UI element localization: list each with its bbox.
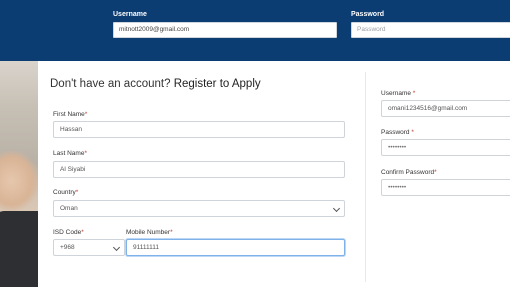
login-username-label: Username xyxy=(113,11,147,18)
country-select-value: Oman xyxy=(60,205,78,212)
confirm-password-input[interactable]: •••••••• xyxy=(381,179,510,196)
isd-code-select[interactable]: +968 xyxy=(53,239,125,256)
first-name-label-text: First Name xyxy=(53,111,85,118)
mobile-label-text: Mobile Number xyxy=(126,229,171,236)
login-header-bar: Username mitnott2009@gmail.com Password … xyxy=(0,0,510,61)
country-select[interactable]: Oman xyxy=(53,200,345,217)
account-password-label: Password * xyxy=(381,129,414,136)
register-heading: Don't have an account? Register to Apply xyxy=(50,78,261,90)
column-divider xyxy=(365,72,366,282)
register-heading-prefix: Don't have an account? xyxy=(50,78,171,90)
mobile-number-input[interactable]: 91111111 xyxy=(126,239,345,256)
isd-code-select-value: +968 xyxy=(60,244,75,251)
required-marker: * xyxy=(84,111,88,118)
background-photo xyxy=(0,61,38,287)
last-name-label: Last Name* xyxy=(53,150,87,157)
first-name-input[interactable]: Hassan xyxy=(53,121,345,138)
country-label-text: Country xyxy=(53,189,76,196)
confirm-password-label-text: Confirm Password xyxy=(381,169,435,176)
required-marker: * xyxy=(411,129,414,136)
required-marker: * xyxy=(84,150,87,157)
required-marker: * xyxy=(75,189,79,196)
photo-arm xyxy=(0,151,38,211)
login-username-input[interactable]: mitnott2009@gmail.com xyxy=(113,22,337,38)
isd-code-label-text: ISD Code xyxy=(53,229,82,236)
isd-code-label: ISD Code* xyxy=(53,229,84,236)
account-username-input[interactable]: omani1234516@gmail.com xyxy=(381,100,510,117)
account-username-label: Username * xyxy=(381,90,415,97)
mobile-label: Mobile Number* xyxy=(126,229,173,236)
chevron-down-icon xyxy=(112,243,121,252)
first-name-label: First Name* xyxy=(53,111,87,118)
account-password-input[interactable]: •••••••• xyxy=(381,139,510,156)
account-password-label-text: Password xyxy=(381,129,410,136)
account-username-label-text: Username xyxy=(381,90,411,97)
login-password-label: Password xyxy=(351,11,385,18)
login-password-input[interactable]: Password xyxy=(351,22,510,38)
last-name-label-text: Last Name xyxy=(53,150,85,157)
country-label: Country* xyxy=(53,189,78,196)
register-heading-link[interactable]: Register to Apply xyxy=(174,78,261,90)
confirm-password-label: Confirm Password* xyxy=(381,169,437,176)
last-name-input[interactable]: Al Siyabi xyxy=(53,161,345,178)
required-marker: * xyxy=(434,169,437,176)
required-marker: * xyxy=(412,90,416,97)
photo-sleeve xyxy=(0,211,38,287)
required-marker: * xyxy=(81,229,84,236)
required-marker: * xyxy=(170,229,173,236)
chevron-down-icon xyxy=(332,204,341,213)
